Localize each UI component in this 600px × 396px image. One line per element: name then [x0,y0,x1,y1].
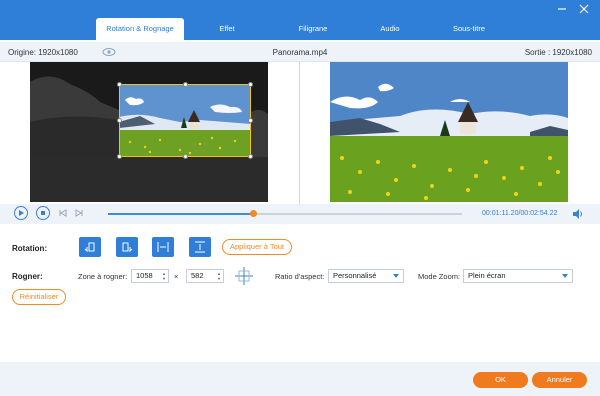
tab-watermark[interactable]: Filigrane [270,18,356,40]
stop-icon [41,211,45,215]
aspect-ratio-value: Personnalisé [333,271,377,280]
tab-effect[interactable]: Effet [184,18,270,40]
crosshair-icon [235,267,253,285]
progress-thumb[interactable] [250,210,258,217]
crop-handle[interactable] [248,82,253,87]
title-bar: Rotation & Rognage Effet Filigrane Audio… [0,0,600,40]
volume-button[interactable] [572,208,584,220]
rotate-left-button[interactable] [79,237,101,257]
crop-handle[interactable] [117,118,122,123]
tab-subtitle[interactable]: Sous-titre [424,18,514,40]
playback-controls: 00:01:11.20/00:02:54.22 [0,204,600,224]
chevron-down-icon [562,274,568,278]
tab-bar: Rotation & Rognage Effet Filigrane Audio… [96,18,514,40]
reset-button[interactable]: Réinitialiser [12,289,66,305]
crop-height-input[interactable]: 582 ▲ ▼ [186,269,224,283]
window-controls [556,3,590,15]
crop-label: Rogner: [12,272,43,281]
footer-bar: OK Annuler [0,362,600,396]
cancel-button[interactable]: Annuler [532,372,587,388]
info-bar: Origine: 1920x1080 Panorama.mp4 Sortie :… [0,42,600,62]
flip-vertical-icon [195,241,205,253]
minimize-icon[interactable] [556,3,568,15]
skip-forward-icon [75,209,83,217]
tab-audio[interactable]: Audio [356,18,424,40]
center-crop-button[interactable] [234,266,254,286]
flip-horizontal-icon [157,242,169,252]
times-sign: × [174,272,179,281]
progress-fill [108,213,254,215]
crop-width-value: 1058 [136,271,153,280]
rotate-right-icon [122,242,133,253]
crop-handle[interactable] [117,82,122,87]
volume-icon [573,209,582,219]
rotate-right-button[interactable] [116,237,138,257]
width-stepper-icon[interactable]: ▲ ▼ [162,271,166,281]
aspect-ratio-label: Ratio d'aspect: [275,272,325,281]
height-stepper-icon[interactable]: ▲ ▼ [217,271,221,281]
crop-handle[interactable] [183,154,188,159]
crop-width-input[interactable]: 1058 ▲ ▼ [131,269,169,283]
crop-handle[interactable] [183,82,188,87]
skip-back-icon [59,209,67,217]
crop-handle[interactable] [248,118,253,123]
close-icon[interactable] [578,3,590,15]
flip-vertical-button[interactable] [189,237,211,257]
crop-handle[interactable] [117,154,122,159]
flip-horizontal-button[interactable] [152,237,174,257]
ok-button[interactable]: OK [473,372,528,388]
tab-rotation-crop[interactable]: Rotation & Rognage [96,18,184,40]
zoom-mode-label: Mode Zoom: [418,272,461,281]
output-resolution: Sortie : 1920x1080 [524,48,592,57]
aspect-ratio-select[interactable]: Personnalisé [328,269,404,283]
play-button[interactable] [14,206,28,220]
zoom-mode-select[interactable]: Plein écran [463,269,573,283]
play-icon [19,210,24,216]
rotate-left-icon [84,242,95,253]
preview-area [0,62,600,204]
previous-frame-button[interactable] [58,208,70,220]
zoom-mode-value: Plein écran [468,271,506,280]
crop-zone-label: Zone à rogner: [78,272,128,281]
apply-to-all-button[interactable]: Appliquer à Tout [222,239,292,255]
next-frame-button[interactable] [74,208,86,220]
preview-divider [299,62,300,204]
crop-frame[interactable] [117,82,253,159]
output-image [330,62,568,202]
output-preview [330,62,568,202]
chevron-down-icon [393,274,399,278]
crop-height-value: 582 [191,271,204,280]
stop-button[interactable] [36,206,50,220]
file-name: Panorama.mp4 [272,48,328,57]
rotation-label: Rotation: [12,244,48,253]
source-preview [30,62,268,202]
crop-handle[interactable] [248,154,253,159]
time-readout: 00:01:11.20/00:02:54.22 [482,210,558,217]
progress-slider[interactable] [108,210,462,217]
